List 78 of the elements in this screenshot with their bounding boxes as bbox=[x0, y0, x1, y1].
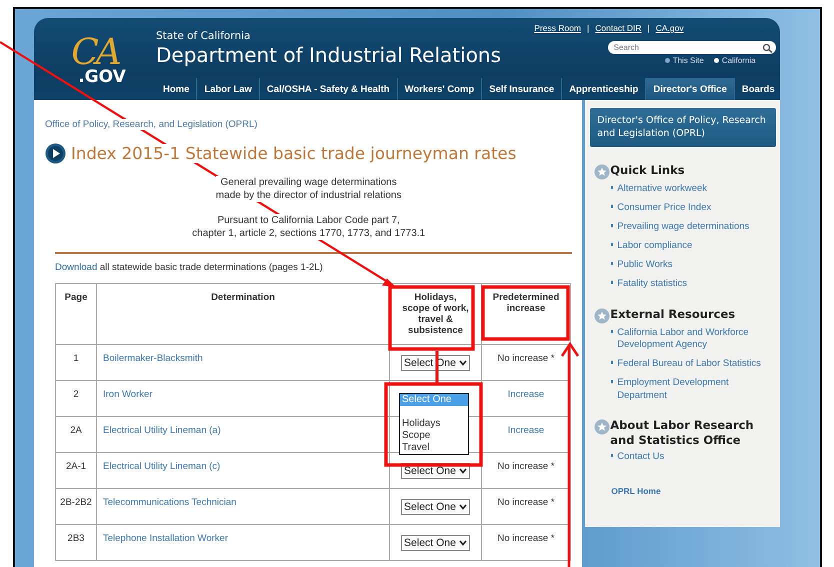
table-cell: 2B3 bbox=[56, 524, 96, 560]
determination-link[interactable]: Electrical Utility Lineman (a) bbox=[103, 425, 221, 436]
chevron-icon bbox=[458, 468, 467, 474]
dropdown-option[interactable]: Travel bbox=[400, 442, 468, 454]
column-header: Page bbox=[64, 292, 88, 303]
top-link[interactable]: Contact DIR bbox=[595, 23, 642, 33]
breadcrumb-link[interactable]: Office of Policy, Research, and Legislation (OPRL) bbox=[45, 119, 258, 130]
search-field[interactable]: Search bbox=[608, 41, 776, 54]
select-dropdown[interactable]: Select One bbox=[401, 499, 470, 515]
dropdown-option[interactable]: Holidays bbox=[400, 418, 468, 430]
dropdown-list[interactable]: Select One Holidays Scope Travel bbox=[399, 393, 469, 455]
table-cell: 2B-2B2 bbox=[56, 488, 96, 524]
nav-tab[interactable]: Home bbox=[156, 78, 196, 100]
sidebar-heading: Director's Office of Policy, Research and Legislation (OPRL) bbox=[590, 108, 776, 147]
sidebar-link[interactable]: Prevailing wage determinations bbox=[617, 221, 750, 234]
chevron-icon bbox=[458, 540, 467, 546]
determination-link[interactable]: Telephone Installation Worker bbox=[103, 533, 228, 544]
search-icon[interactable] bbox=[762, 42, 773, 52]
bullet-icon bbox=[611, 380, 614, 383]
table-cell: 2 bbox=[56, 380, 96, 416]
chevron-icon bbox=[458, 360, 467, 366]
bullet-icon bbox=[611, 281, 614, 284]
sidebar-link[interactable]: Contact Us bbox=[617, 451, 664, 464]
top-link[interactable]: Press Room bbox=[534, 23, 582, 33]
separator: | bbox=[648, 23, 650, 33]
determination-link[interactable]: Electrical Utility Lineman (c) bbox=[103, 461, 220, 472]
bullet-icon bbox=[611, 361, 614, 364]
increase-text: No increase * bbox=[497, 497, 555, 508]
play-icon bbox=[45, 143, 66, 164]
scope-radio[interactable]: This Site bbox=[664, 56, 704, 65]
top-link[interactable]: CA.gov bbox=[656, 23, 684, 33]
increase-text: No increase * bbox=[497, 353, 555, 364]
connector-line bbox=[436, 351, 438, 383]
state-label: State of California bbox=[156, 30, 252, 42]
increase-text: No increase * bbox=[497, 533, 555, 544]
site-title: Department of Industrial Relations bbox=[156, 43, 502, 67]
sidebar-link[interactable]: Federal Bureau of Labor Statistics bbox=[617, 358, 761, 370]
sidebar-link[interactable]: Labor compliance bbox=[617, 240, 692, 252]
sidebar-link[interactable]: Consumer Price Index bbox=[617, 202, 712, 214]
increase-link[interactable]: Increase bbox=[508, 389, 544, 400]
dropdown-option[interactable]: Scope bbox=[400, 430, 468, 442]
bullet-icon bbox=[611, 224, 614, 227]
bullet-icon bbox=[611, 454, 614, 457]
sidebar-link[interactable]: California Labor and Workforce Development Agency bbox=[617, 326, 772, 352]
bullet-icon bbox=[611, 262, 614, 265]
select-dropdown[interactable]: Select One bbox=[401, 535, 470, 551]
chevron-icon bbox=[458, 504, 467, 510]
download-link[interactable]: Download bbox=[55, 262, 98, 273]
bullet-icon bbox=[611, 205, 614, 208]
sidebar-link[interactable]: Public Works bbox=[617, 259, 673, 272]
bullet-icon bbox=[611, 330, 614, 332]
column-header: Determination bbox=[211, 292, 275, 303]
intro-text: General prevailing wage determinations made by the director of industrial relations bbox=[216, 176, 402, 202]
increase-link[interactable]: Increase bbox=[508, 425, 544, 436]
bullet-icon bbox=[611, 243, 614, 246]
section-title: Quick Links bbox=[610, 163, 685, 178]
table-cell: 2A-1 bbox=[56, 452, 96, 488]
increase-text: No increase * bbox=[497, 461, 555, 472]
ca-gov-logo[interactable]: CA .GOV bbox=[34, 18, 156, 100]
download-text: Download all statewide basic trade determinations (pages 1-2L) bbox=[55, 262, 324, 273]
page-title: Index 2015-1 Statewide basic trade journeyman rates bbox=[71, 144, 516, 163]
column-header: Holidays, scope of work, travel & subsistence bbox=[402, 292, 469, 336]
scope-radio[interactable]: California bbox=[714, 56, 756, 65]
separator: | bbox=[587, 23, 590, 33]
sidebar-link[interactable]: Alternative workweek bbox=[617, 183, 708, 196]
sidebar-link[interactable]: Employment Development Department bbox=[617, 377, 772, 402]
determination-link[interactable]: Telecommunications Technician bbox=[103, 497, 236, 508]
section-title: About Labor Research and Statistics Office bbox=[610, 418, 755, 448]
sidebar-link[interactable]: Fatality statistics bbox=[617, 278, 687, 290]
section-title: External Resources bbox=[610, 306, 736, 322]
determination-link[interactable]: Iron Worker bbox=[103, 389, 152, 400]
intro-text: Pursuant to California Labor Code part 7, chapter 1, article 2, sections 1770, 1773, and 1773.1 bbox=[192, 214, 426, 240]
nav-tab[interactable]: Director's Office bbox=[645, 78, 734, 100]
bullet-icon bbox=[611, 186, 614, 189]
determination-link[interactable]: Boilermaker-Blacksmith bbox=[103, 353, 203, 364]
table-cell: 2A bbox=[56, 416, 96, 452]
footer-link[interactable]: OPRL Home bbox=[611, 486, 780, 496]
table-cell: 1 bbox=[56, 344, 96, 380]
